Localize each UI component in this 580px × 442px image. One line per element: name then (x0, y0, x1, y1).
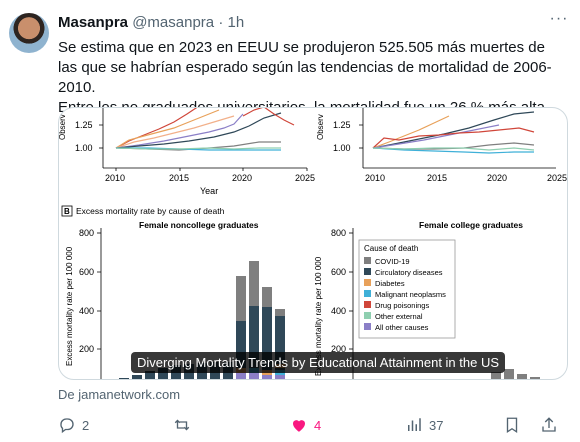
panel-b-title: Excess mortality rate by cause of death (76, 206, 225, 216)
share-icon (542, 417, 556, 432)
panel-b-right-ytick-400: 400 (331, 306, 346, 316)
panel-a-ylabel: Observ (59, 114, 67, 140)
legend-diabetes: Diabetes (375, 279, 405, 288)
legend-covid: COVID-19 (375, 257, 410, 266)
panel-a-ytick-125: 1.25 (75, 120, 93, 130)
reply-icon (60, 418, 74, 434)
views-button[interactable]: 37 (405, 415, 443, 435)
panel-a-xtick-2025: 2025 (295, 173, 315, 183)
panel-b-ytick-200: 200 (79, 344, 94, 354)
legend-title: Cause of death (364, 244, 418, 253)
tweet-text: Se estima que en 2023 en EEUU se produje… (58, 38, 568, 118)
legend-circulatory: Circulatory diseases (375, 268, 443, 277)
link-card[interactable]: Observ 1.25 1.00 2010 2015 2020 2025 Yea… (58, 107, 568, 380)
panel-b-right-title: Female college graduates (419, 220, 523, 230)
like-button[interactable]: 4 (290, 415, 321, 435)
panel-a-ytick-100: 1.00 (75, 143, 93, 153)
panel-a-right-xtick-2020: 2020 (487, 173, 507, 183)
separator: · (218, 14, 224, 31)
legend-neoplasms: Malignant neoplasms (375, 290, 446, 299)
tweet-paragraph-1: Se estima que en 2023 en EEUU se produje… (58, 39, 552, 96)
panel-b-ytick-800: 800 (79, 228, 94, 238)
bookmark-icon (506, 417, 518, 434)
heart-icon (293, 420, 305, 432)
panel-a-right-xtick-2015: 2015 (427, 173, 447, 183)
bookmark-button[interactable] (503, 415, 521, 435)
figure-image: Observ 1.25 1.00 2010 2015 2020 2025 Yea… (59, 108, 567, 379)
panel-b-left-title: Female noncollege graduates (139, 220, 259, 230)
card-source[interactable]: De jamanetwork.com (58, 387, 180, 402)
action-bar: 2 4 37 (58, 415, 568, 435)
timestamp[interactable]: 1h (227, 14, 244, 31)
panel-a-right-ytick-125: 1.25 (333, 120, 351, 130)
author-handle[interactable]: @masanpra (132, 14, 214, 31)
share-button[interactable] (540, 415, 558, 435)
like-count: 4 (314, 417, 322, 433)
panel-b-ylabel: Excess mortality rate per 100 000 (65, 246, 74, 366)
panel-a-xtick-2020: 2020 (232, 173, 252, 183)
legend-drug: Drug poisonings (375, 301, 429, 310)
avatar[interactable] (9, 13, 49, 53)
views-count: 37 (429, 417, 444, 433)
repost-icon (174, 419, 190, 431)
panel-b-legend: Cause of death COVID-19 Circulatory dise… (358, 239, 456, 339)
legend-other-external: Other external (375, 312, 423, 321)
panel-b-ytick-400: 400 (79, 306, 94, 316)
panel-a-right-xtick-2025: 2025 (547, 173, 567, 183)
panel-b-right-ytick-600: 600 (331, 267, 346, 277)
panel-a-right-ylabel: Observ (316, 114, 325, 140)
panel-a-lines (115, 108, 295, 151)
repost-button[interactable] (173, 415, 197, 435)
panel-b-ytick-600: 600 (79, 267, 94, 277)
panel-a-xtick-2010: 2010 (105, 173, 125, 183)
legend-all-other: All other causes (375, 323, 429, 332)
panel-a-right-lines (372, 111, 535, 154)
reply-count: 2 (82, 417, 90, 433)
panel-a-xtick-2015: 2015 (169, 173, 189, 183)
views-icon (408, 418, 421, 431)
tweet-header: Masanpra @masanpra · 1h (58, 14, 244, 31)
author-name[interactable]: Masanpra (58, 14, 128, 31)
card-title-overlay[interactable]: Diverging Mortality Trends by Educationa… (131, 352, 506, 373)
panel-a-right-xtick-2010: 2010 (365, 173, 385, 183)
reply-button[interactable]: 2 (58, 415, 89, 435)
panel-b-right-ytick-800: 800 (331, 228, 346, 238)
panel-b-letter: B (64, 207, 70, 216)
more-options-icon[interactable]: ··· (549, 11, 569, 32)
panel-a-xlabel: Year (200, 186, 218, 196)
panel-a-right-ytick-100: 1.00 (333, 143, 351, 153)
